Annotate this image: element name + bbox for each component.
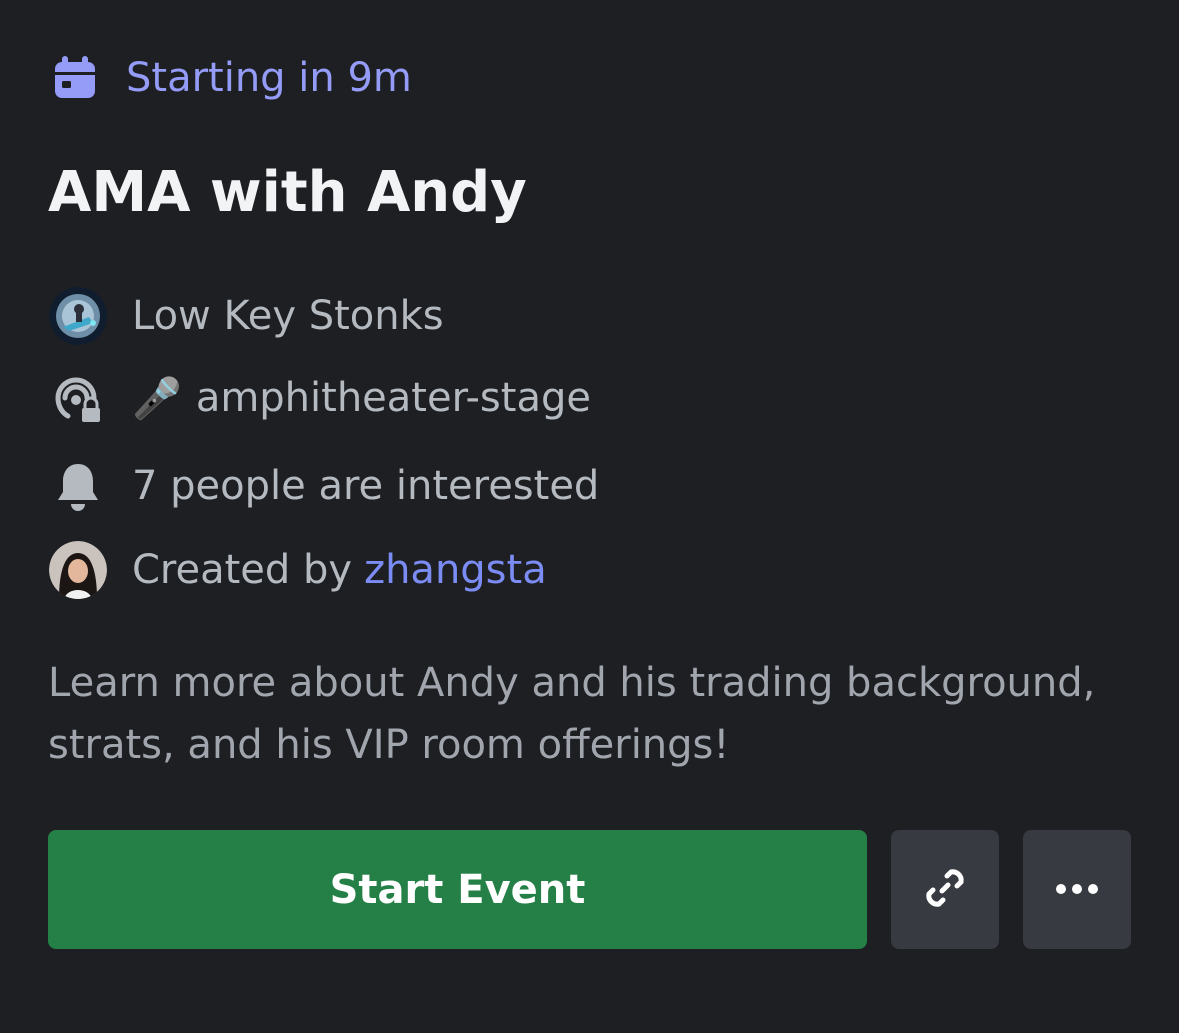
event-description: Learn more about Andy and his trading ba… <box>48 660 1096 768</box>
calendar-icon <box>50 53 100 103</box>
creator-link[interactable]: zhangsta <box>364 547 547 593</box>
more-options-button[interactable] <box>1023 830 1131 949</box>
bell-icon <box>48 456 108 516</box>
event-status: Starting in 9m <box>50 52 412 104</box>
event-card: Starting in 9m AMA with Andy Low Key Sto… <box>0 0 1179 1033</box>
start-event-label: Start Event <box>329 866 586 913</box>
event-title: AMA with Andy <box>48 160 527 225</box>
copy-link-button[interactable] <box>891 830 999 949</box>
creator-row: Created by zhangsta <box>48 538 547 602</box>
channel-name[interactable]: amphitheater-stage <box>196 375 591 421</box>
interested-row: 7 people are interested <box>48 454 599 518</box>
link-icon <box>920 863 970 917</box>
server-row: Low Key Stonks <box>48 284 444 348</box>
stage-channel-locked-icon <box>48 368 108 428</box>
created-by-label: Created by <box>132 547 353 593</box>
server-avatar-icon <box>49 287 107 345</box>
status-text: Starting in 9m <box>126 55 412 101</box>
start-event-button[interactable]: Start Event <box>48 830 867 949</box>
microphone-icon: 🎤 <box>132 375 182 422</box>
more-horizontal-icon <box>1055 880 1099 899</box>
interested-count[interactable]: 7 people are interested <box>132 463 599 509</box>
creator-avatar-icon[interactable] <box>49 541 107 599</box>
channel-row: 🎤 amphitheater-stage <box>48 366 591 430</box>
server-name[interactable]: Low Key Stonks <box>132 293 444 339</box>
